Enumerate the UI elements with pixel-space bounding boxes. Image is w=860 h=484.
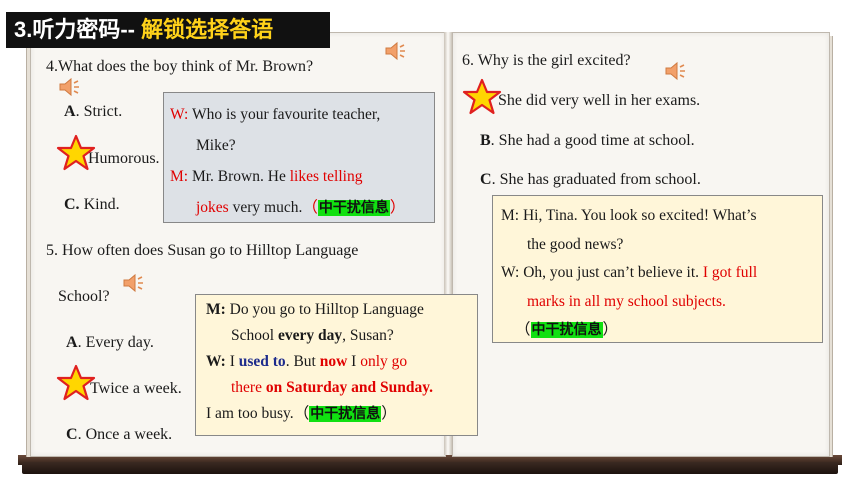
q5-option-c[interactable]: C. Once a week. <box>66 426 172 444</box>
q4-option-a[interactable]: A. Strict. <box>64 103 122 121</box>
q5-option-a[interactable]: A. Every day. <box>66 334 154 352</box>
star-icon <box>56 134 96 171</box>
book-cover-shadow <box>22 462 838 474</box>
star-icon <box>56 364 96 401</box>
q6-dialogue-box: M: Hi, Tina. You look so excited! What’s… <box>492 195 823 343</box>
speaker-icon[interactable] <box>58 76 80 98</box>
speaker-icon[interactable] <box>384 40 406 62</box>
title-highlight: 解锁选择答语 <box>141 17 274 42</box>
star-icon <box>462 78 502 115</box>
q4-dialogue-box: W: Who is your favourite teacher, Mike? … <box>163 92 435 223</box>
q4-question: 4.What does the boy think of Mr. Brown? <box>46 58 314 75</box>
interference-tag: 中干扰信息 <box>309 406 382 422</box>
speaker-icon[interactable] <box>122 272 144 294</box>
q6-option-b[interactable]: B. She had a good time at school. <box>480 132 695 150</box>
interference-tag: 中干扰信息 <box>317 200 390 216</box>
q6-option-a[interactable]: She did very well in her exams. <box>498 92 700 110</box>
interference-tag: 中干扰信息 <box>530 322 603 338</box>
title-prefix: 3.听力密码-- <box>14 17 142 42</box>
speaker-icon[interactable] <box>664 60 686 82</box>
q6-option-c[interactable]: C. She has graduated from school. <box>480 171 701 189</box>
q5-option-b[interactable]: Twice a week. <box>90 380 182 398</box>
q5-question-line1: 5. How often does Susan go to Hilltop La… <box>46 242 359 259</box>
q4-option-c[interactable]: C. Kind. <box>64 196 120 214</box>
section-title: 3.听力密码-- 解锁选择答语 <box>6 12 330 48</box>
q5-question-line2: School? <box>58 288 110 305</box>
q6-question: 6. Why is the girl excited? <box>462 52 631 69</box>
q4-option-b[interactable]: Humorous. <box>88 150 160 168</box>
q5-dialogue-box: M: Do you go to Hilltop Language School … <box>195 294 478 436</box>
